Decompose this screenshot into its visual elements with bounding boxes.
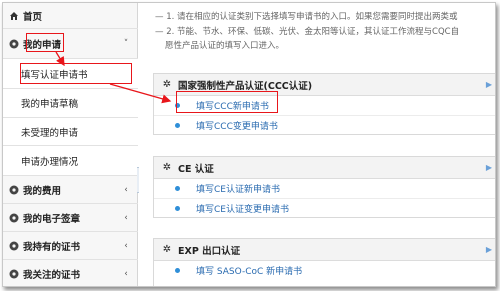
sidebar-item-label: 我的电子签章 [23,213,81,225]
sidebar-item-home[interactable]: 首页 [3,3,138,29]
link-ce-new[interactable]: 填写CE认证新申请书 [196,182,280,195]
sidebar-item-label: 我关注的证书 [23,269,81,281]
sidebar-item-status[interactable]: 申请办理情况 [3,146,138,176]
link-row[interactable]: 填写CE认证新申请书 [154,179,495,198]
link-saso-coc-new[interactable]: 填写 SASO-CoC 新申请书 [196,264,302,277]
chevron-left-icon: ‹ [124,184,128,195]
sidebar-item-label: 我持有的证书 [23,241,81,253]
bullet-icon [175,268,180,273]
panel-ce: ✲ CE 认证 ▶ 填写CE认证新申请书 填写CE认证变更申请书 [153,156,495,218]
link-row[interactable]: 填写CE认证变更申请书 [154,198,495,217]
panel-header: ✲ CE 认证 ▶ [154,157,495,179]
sidebar-item-label: 我的申请草稿 [21,99,79,110]
annotation-box-my-applications [26,33,64,52]
link-ce-change[interactable]: 填写CE认证变更申请书 [196,202,289,215]
sidebar-item-drafts[interactable]: 我的申请草稿 [3,89,138,118]
triangle-right-icon: ▶ [485,163,492,172]
panel-title: EXP 出口认证 [178,245,241,257]
chevron-left-icon: ‹ [124,240,128,251]
sidebar-item-fees[interactable]: 我的费用 ‹ [3,176,138,204]
gear-icon [9,185,19,195]
link-ccc-change[interactable]: 填写CCC变更申请书 [196,119,278,132]
instruction-line-3: 愿性产品认证的填写入口进入。 [165,41,285,51]
sidebar: 首页 我的申请 ˅ 填写认证申请书 我的申请草稿 未受理的申请 申请办理情况 我… [3,3,138,286]
page-frame: 首页 我的申请 ˅ 填写认证申请书 我的申请草稿 未受理的申请 申请办理情况 我… [2,2,496,287]
sidebar-item-e-signature[interactable]: 我的电子签章 ‹ [3,204,138,232]
gear-icon [9,213,19,223]
link-row[interactable]: 填写 SASO-CoC 新申请书 [154,261,495,280]
gear-icon: ✲ [162,244,172,255]
gear-icon: ✲ [162,162,172,173]
annotation-box-fill-application [20,63,132,84]
sidebar-item-my-certificates[interactable]: 我持有的证书 ‹ [3,232,138,260]
gear-icon: ✲ [162,79,172,90]
chevron-down-icon: ˅ [123,38,129,49]
gear-icon [9,241,19,251]
sidebar-item-followed-certificates[interactable]: 我关注的证书 ‹ [3,260,138,286]
main-content: — 1. 请在相应的认证类别下选择填写申请书的入口。如果您需要同时提出两类或 —… [139,3,495,286]
sidebar-item-label: 我的费用 [23,185,62,197]
instruction-line-1: — 1. 请在相应的认证类别下选择填写申请书的入口。如果您需要同时提出两类或 [155,12,458,22]
bullet-icon [175,122,180,128]
home-icon [9,11,19,21]
triangle-right-icon: ▶ [485,80,492,89]
sidebar-item-unaccepted[interactable]: 未受理的申请 [3,118,138,146]
bullet-icon [175,205,180,211]
gear-icon [9,39,19,49]
chevron-left-icon: ‹ [124,212,128,223]
instruction-line-2: — 2. 节能、节水、环保、低碳、光伏、金太阳等认证，其认证工作流程与CQC自 [155,27,460,37]
chevron-left-icon: ‹ [124,268,128,279]
gear-icon [9,269,19,279]
panel-title: 国家强制性产品认证(CCC认证) [178,80,313,92]
sidebar-item-label: 未受理的申请 [21,127,79,139]
link-row[interactable]: 填写CCC变更申请书 [154,115,495,134]
sidebar-item-label: 首页 [23,11,43,23]
triangle-right-icon: ▶ [485,245,492,254]
annotation-box-ccc-new [176,91,278,113]
panel-header: ✲ EXP 出口认证 ▶ [154,239,495,261]
bullet-icon [175,186,180,191]
sidebar-item-label: 申请办理情况 [21,156,79,168]
sidebar-item-my-applications[interactable]: 我的申请 ˅ [3,29,138,59]
panel-exp: ✲ EXP 出口认证 ▶ 填写 SASO-CoC 新申请书 [153,238,495,286]
panel-title: CE 认证 [178,163,214,175]
